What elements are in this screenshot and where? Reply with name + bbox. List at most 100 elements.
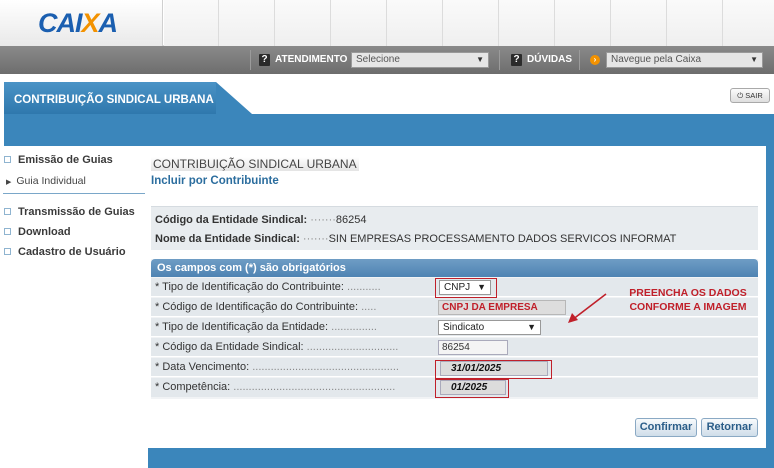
sidebar-item-label: Guia Individual (16, 175, 86, 187)
atendimento-label: ATENDIMENTO (275, 54, 348, 65)
form-box: Os campos com (*) são obrigatórios * Tip… (151, 259, 758, 399)
menu-square-icon (4, 228, 11, 235)
retornar-button[interactable]: Retornar (701, 418, 758, 437)
chevron-down-icon: ▼ (476, 55, 484, 64)
tipo-entidade-select[interactable]: Sindicato ▼ (438, 320, 541, 335)
form-label-text: * Competência: (155, 381, 231, 393)
banner-cell (387, 0, 443, 46)
logo-text-b: A (98, 8, 118, 38)
annotation-arrow-icon (568, 293, 607, 323)
form-label-dots: ........................................… (252, 361, 399, 373)
caixa-logo[interactable]: CAIXA (38, 8, 118, 39)
banner-cell (611, 0, 667, 46)
form-row-codigo-entidade: * Código da Entidade Sindical: .........… (151, 338, 758, 357)
entity-code-value: 86254 (335, 214, 367, 226)
form-label-text: * Código de Identificação do Contribuint… (155, 301, 359, 313)
menu-square-icon (4, 208, 11, 215)
entity-name-label: Nome da Entidade Sindical: (155, 233, 300, 245)
entity-name-value: SIN EMPRESAS PROCESSAMENTO DADOS SERVICO… (328, 233, 677, 245)
entity-name-row: Nome da Entidade Sindical: ·······SIN EM… (155, 233, 676, 245)
logo-area: CAIXA (0, 0, 163, 46)
duvidas-label: DÚVIDAS (527, 54, 573, 65)
form-label: * Código da Entidade Sindical: .........… (155, 341, 398, 353)
form-label-dots: ..... (361, 301, 377, 313)
form-label-text: * Tipo de Identificação da Entidade: (155, 321, 329, 333)
service-bar: ? ATENDIMENTO Selecione ▼ ? DÚVIDAS › Na… (0, 46, 774, 74)
form-label: * Código de Identificação do Contribuint… (155, 301, 376, 313)
help-icon: ? (259, 54, 270, 66)
form-label-text: * Tipo de Identificação do Contribuinte: (155, 281, 344, 293)
entity-code-label: Código da Entidade Sindical: (155, 214, 308, 226)
form-label-dots: .............................. (306, 341, 399, 353)
entity-info-box: Código da Entidade Sindical: ·······8625… (151, 206, 758, 250)
form-header: Os campos com (*) são obrigatórios (151, 259, 758, 277)
codigo-entidade-input[interactable]: 86254 (438, 340, 508, 355)
bar-separator (579, 50, 580, 70)
highlight-box (435, 278, 497, 298)
entity-code-row: Código da Entidade Sindical: ·······8625… (155, 214, 367, 226)
sidebar-item-guia-individual[interactable]: ▶ Guia Individual (6, 175, 86, 187)
menu-square-icon (4, 248, 11, 255)
tab-area: CONTRIBUIÇÃO SINDICAL URBANA ⏻ SAIR (0, 74, 774, 114)
form-label: * Tipo de Identificação do Contribuinte:… (155, 281, 381, 293)
help-icon: ? (511, 54, 522, 66)
atendimento-select[interactable]: Selecione ▼ (351, 52, 489, 68)
sair-button[interactable]: ⏻ SAIR (730, 88, 770, 103)
banner-cell (164, 0, 219, 46)
annotation-line-2: CONFORME A IMAGEM (629, 301, 747, 313)
form-label: * Tipo de Identificação da Entidade: ...… (155, 321, 377, 333)
entity-code-dots: ······· (310, 214, 336, 226)
banner-cell (667, 0, 723, 46)
arrow-right-icon: › (590, 55, 600, 65)
caret-down-icon: ▼ (527, 322, 536, 332)
entity-name-dots: ······· (302, 233, 329, 245)
sidebar-item-transmissao-de-guias[interactable]: Transmissão de Guias (4, 206, 135, 218)
content-panel: CONTRIBUIÇÃO SINDICAL URBANA Incluir por… (148, 146, 766, 448)
chevron-down-icon: ▼ (750, 55, 758, 64)
form-label-text: * Código da Entidade Sindical: (155, 341, 304, 353)
annotation-line-1: PREENCHA OS DADOS (629, 287, 747, 299)
sidebar-item-cadastro-de-usuario[interactable]: Cadastro de Usuário (4, 246, 126, 258)
form-label-dots: ........................................… (233, 381, 396, 393)
tipo-entidade-value: Sindicato (443, 322, 485, 333)
form-row-tipo-entidade: * Tipo de Identificação da Entidade: ...… (151, 318, 758, 337)
codigo-contribuinte-value: CNPJ DA EMPRESA (442, 302, 538, 313)
bar-separator (250, 50, 251, 70)
sidebar-item-emissao-de-guias[interactable]: Emissão de Guias (4, 154, 113, 166)
top-banner: CAIXA (0, 0, 774, 46)
confirmar-button[interactable]: Confirmar (635, 418, 697, 437)
sidebar-item-download[interactable]: Download (4, 226, 71, 238)
highlight-box (435, 379, 509, 398)
banner-cell (499, 0, 555, 46)
navegue-select[interactable]: Navegue pela Caixa ▼ (606, 52, 763, 68)
navegue-select-value: Navegue pela Caixa (611, 54, 702, 65)
logo-text-a: CAI (38, 8, 82, 38)
banner-cell (331, 0, 387, 46)
page-title: CONTRIBUIÇÃO SINDICAL URBANA (151, 157, 359, 171)
form-label-dots: ............... (331, 321, 377, 333)
sair-label: SAIR (745, 91, 763, 100)
logo-text-x: X (81, 8, 100, 38)
form-label-text: * Data Vencimento: (155, 361, 250, 373)
banner-cell (275, 0, 331, 46)
sidebar-item-label: Download (18, 226, 71, 238)
instruction-annotation: PREENCHA OS DADOS CONFORME A IMAGEM (608, 286, 768, 314)
form-label: * Competência: .........................… (155, 381, 395, 393)
bar-separator (499, 50, 500, 70)
menu-square-icon (4, 156, 11, 163)
sidebar-item-label: Emissão de Guias (18, 154, 113, 166)
triangle-right-icon: ▶ (6, 179, 12, 186)
atendimento-select-value: Selecione (356, 54, 400, 65)
form-label-dots: ........... (347, 281, 381, 293)
banner-cell (723, 0, 774, 46)
form-label: * Data Vencimento: .....................… (155, 361, 399, 373)
page-subtitle: Incluir por Contribuinte (151, 175, 279, 187)
tab-tail (216, 82, 252, 114)
page-tab: CONTRIBUIÇÃO SINDICAL URBANA (4, 82, 216, 114)
sidebar-item-label: Transmissão de Guias (18, 206, 135, 218)
highlight-box (435, 360, 552, 379)
codigo-contribuinte-input[interactable]: CNPJ DA EMPRESA (438, 300, 566, 315)
banner-cell (555, 0, 611, 46)
banner-cell (443, 0, 499, 46)
sidebar: Emissão de Guias ▶ Guia Individual Transm… (0, 146, 148, 468)
